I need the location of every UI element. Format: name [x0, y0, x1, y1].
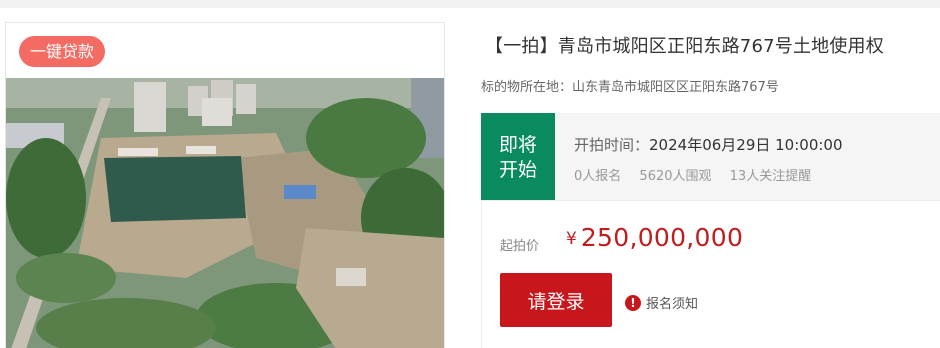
aerial-photo-illustration: [6, 78, 444, 348]
location-label: 标的物所在地：: [481, 80, 573, 95]
loan-badge[interactable]: 一键贷款: [19, 36, 106, 67]
start-time: 开拍时间：2024年06月29日 10:00:00: [574, 134, 843, 155]
status-badge-line2: 开始: [498, 158, 537, 181]
auction-status-panel: 即将 开始 开拍时间：2024年06月29日 10:00:00 0人报名 562…: [481, 113, 940, 200]
login-button[interactable]: 请登录: [500, 273, 612, 327]
currency-symbol: ¥: [566, 229, 577, 249]
top-divider: [0, 0, 940, 8]
registration-notice-label: 报名须知: [646, 297, 699, 312]
auction-stats: 0人报名 5620人围观 13人关注提醒: [574, 165, 825, 184]
follower-count: 13人关注提醒: [729, 169, 812, 184]
lot-aerial-photo[interactable]: [6, 78, 444, 348]
price-amount: 250,000,000: [580, 223, 744, 252]
starting-price-label: 起拍价: [500, 239, 540, 254]
lot-location: 标的物所在地：山东青岛市城阳区区正阳东路767号: [481, 76, 779, 95]
starting-price: ¥250,000,000: [566, 223, 743, 252]
start-time-label: 开拍时间：: [574, 136, 650, 154]
registered-count: 0人报名: [574, 169, 622, 184]
registration-notice-link[interactable]: ! 报名须知: [625, 293, 698, 312]
status-badge: 即将 开始: [481, 113, 555, 200]
location-value: 山东青岛市城阳区区正阳东路767号: [572, 80, 779, 95]
auction-detail-page: 一键贷款 【一拍】青岛市城阳区正阳东路767号土地使用权 标的物所在地：山东青岛…: [0, 0, 940, 348]
lot-title: 【一拍】青岛市城阳区正阳东路767号土地使用权: [485, 36, 884, 57]
price-panel: 起拍价 ¥250,000,000 请登录 ! 报名须知: [481, 200, 940, 348]
lot-image-card[interactable]: 一键贷款: [5, 22, 445, 348]
viewer-count: 5620人围观: [639, 169, 712, 184]
status-badge-line1: 即将: [498, 133, 537, 156]
alert-icon: !: [625, 294, 641, 311]
start-time-value: 2024年06月29日 10:00:00: [649, 136, 843, 154]
